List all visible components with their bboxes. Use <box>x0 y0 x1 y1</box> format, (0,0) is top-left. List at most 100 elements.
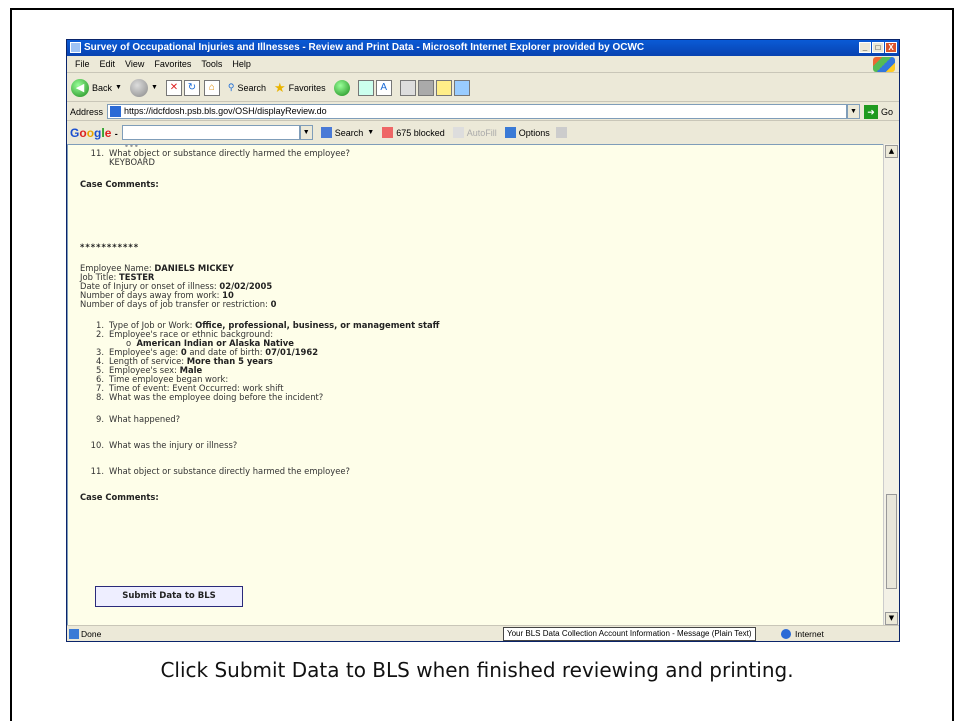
question-text: What was the employee doing before the i… <box>109 392 324 402</box>
days-transfer-value: 0 <box>270 299 277 309</box>
instruction-caption: Click Submit Data to BLS when finished r… <box>160 658 794 682</box>
zone-label: Internet <box>795 629 824 639</box>
back-label: Back <box>92 82 113 93</box>
toolbar: ◀ Back ▼ ▼ ✕ ↻ ⌂ ⚲ Search ★ Favorites A <box>67 74 899 102</box>
history-icon[interactable] <box>333 79 350 96</box>
separator: *********** <box>80 242 140 252</box>
globe-icon <box>781 629 791 639</box>
minimize-button[interactable]: _ <box>859 42 871 53</box>
back-button[interactable]: ◀ Back ▼ <box>71 78 122 97</box>
search-label: Search <box>237 82 267 93</box>
options-button[interactable]: Options <box>504 127 550 138</box>
google-search-label: Search <box>334 127 364 138</box>
question-number: 10. <box>90 440 104 450</box>
forward-arrow-icon <box>129 78 148 97</box>
autofill-label: AutoFill <box>466 127 497 138</box>
stop-icon[interactable]: ✕ <box>165 79 182 96</box>
vertical-scrollbar[interactable]: ▲ ▼ <box>883 144 899 626</box>
menu-file[interactable]: File <box>75 56 90 72</box>
menu-help[interactable]: Help <box>232 56 251 72</box>
title-bar: Survey of Occupational Injuries and Illn… <box>67 40 899 56</box>
prev-question-11-answer: KEYBOARD <box>109 157 155 167</box>
case-comments-heading: Case Comments: <box>80 179 159 189</box>
question-9: 9. What happened? <box>80 415 180 424</box>
question-text: What happened? <box>109 414 181 424</box>
status-text: Done <box>81 629 102 639</box>
research-icon[interactable] <box>435 79 452 96</box>
submit-data-button[interactable]: Submit Data to BLS <box>95 586 243 607</box>
star-icon: ★ <box>274 79 286 95</box>
page-content: ••• 11. What object or substance directly… <box>67 144 885 626</box>
messenger-icon[interactable] <box>453 79 470 96</box>
days-transfer-label: Number of days of job transfer or restri… <box>80 299 268 309</box>
google-toolbar: Google - ▼ Search ▼ 675 blocked AutoFill… <box>67 122 899 143</box>
autofill-button[interactable]: AutoFill <box>452 127 497 138</box>
autofill-icon <box>452 127 464 138</box>
pencil-icon[interactable] <box>555 127 567 138</box>
days-transfer: Number of days of job transfer or restri… <box>80 300 276 309</box>
address-url: https://idcfdosh.psb.bls.gov/OSH/display… <box>124 106 327 116</box>
question-number: 8. <box>96 392 104 402</box>
options-icon <box>504 127 516 138</box>
status-bar: Done Your BLS Data Collection Account In… <box>67 625 899 641</box>
go-label: Go <box>880 106 893 117</box>
question-11: 11. What object or substance directly har… <box>80 467 350 476</box>
scroll-thumb[interactable] <box>886 494 897 589</box>
address-label: Address <box>70 106 104 117</box>
question-number: 11. <box>90 148 104 158</box>
popup-blocker-button[interactable]: 675 blocked <box>382 127 445 138</box>
edit-icon[interactable] <box>417 79 434 96</box>
menu-bar: File Edit View Favorites Tools Help <box>67 56 899 73</box>
google-search-input[interactable] <box>121 125 300 140</box>
google-search-dropdown-icon[interactable]: ▼ <box>299 125 313 140</box>
answer-dob: 07/01/1962 <box>265 347 319 357</box>
menu-edit[interactable]: Edit <box>100 56 116 72</box>
popup-blocked-count: 675 blocked <box>396 127 445 138</box>
employee-name-value: DANIELS MICKEY <box>154 263 234 273</box>
windows-logo-icon <box>873 57 895 72</box>
question-number: 11. <box>90 466 104 476</box>
address-dropdown-icon[interactable]: ▼ <box>846 104 860 119</box>
google-search-button[interactable]: Search ▼ <box>320 127 375 138</box>
options-label: Options <box>518 127 550 138</box>
scroll-down-icon[interactable]: ▼ <box>885 612 898 625</box>
close-button[interactable]: X <box>885 42 897 53</box>
menu-view[interactable]: View <box>125 56 144 72</box>
go-button[interactable]: ➜ Go <box>863 104 893 119</box>
popup-blocker-icon <box>382 127 394 138</box>
google-search-arrow-icon: ▼ <box>367 129 375 136</box>
font-icon[interactable]: A <box>375 79 392 96</box>
question-number: 9. <box>96 414 104 424</box>
menu-favorites[interactable]: Favorites <box>154 56 191 72</box>
question-10: 10. What was the injury or illness? <box>80 440 238 450</box>
forward-button[interactable]: ▼ <box>129 78 158 97</box>
window-title: Survey of Occupational Injuries and Illn… <box>84 42 645 53</box>
menu-tools[interactable]: Tools <box>201 56 222 72</box>
search-icon: ⚲ <box>227 82 235 92</box>
scroll-up-icon[interactable]: ▲ <box>885 145 898 158</box>
question-8: 8. What was the employee doing before the… <box>80 393 323 402</box>
favorites-label: Favorites <box>288 82 326 93</box>
go-arrow-icon: ➜ <box>863 104 878 119</box>
maximize-button[interactable]: □ <box>872 42 884 53</box>
page-icon <box>110 106 122 117</box>
print-icon[interactable] <box>399 79 416 96</box>
refresh-icon[interactable]: ↻ <box>183 79 200 96</box>
media-icon[interactable] <box>357 79 374 96</box>
page-done-icon <box>69 629 79 639</box>
security-zone: Internet <box>781 626 824 641</box>
question-text: What object or substance directly harmed… <box>109 466 350 476</box>
ie-icon <box>70 42 81 53</box>
home-icon[interactable]: ⌂ <box>203 79 220 96</box>
google-logo[interactable]: Google - <box>70 126 118 140</box>
forward-dropdown-icon[interactable]: ▼ <box>151 84 158 91</box>
question-number: 2. <box>96 329 104 339</box>
favorites-button[interactable]: ★ Favorites <box>274 80 326 96</box>
browser-window: Survey of Occupational Injuries and Illn… <box>66 39 900 642</box>
address-input[interactable]: https://idcfdosh.psb.bls.gov/OSH/display… <box>107 104 847 119</box>
back-dropdown-icon[interactable]: ▼ <box>115 84 122 91</box>
search-button[interactable]: ⚲ Search <box>228 82 266 93</box>
address-bar: Address https://idcfdosh.psb.bls.gov/OSH… <box>67 103 899 121</box>
back-arrow-icon: ◀ <box>71 78 89 97</box>
case-comments-heading: Case Comments: <box>80 492 159 502</box>
